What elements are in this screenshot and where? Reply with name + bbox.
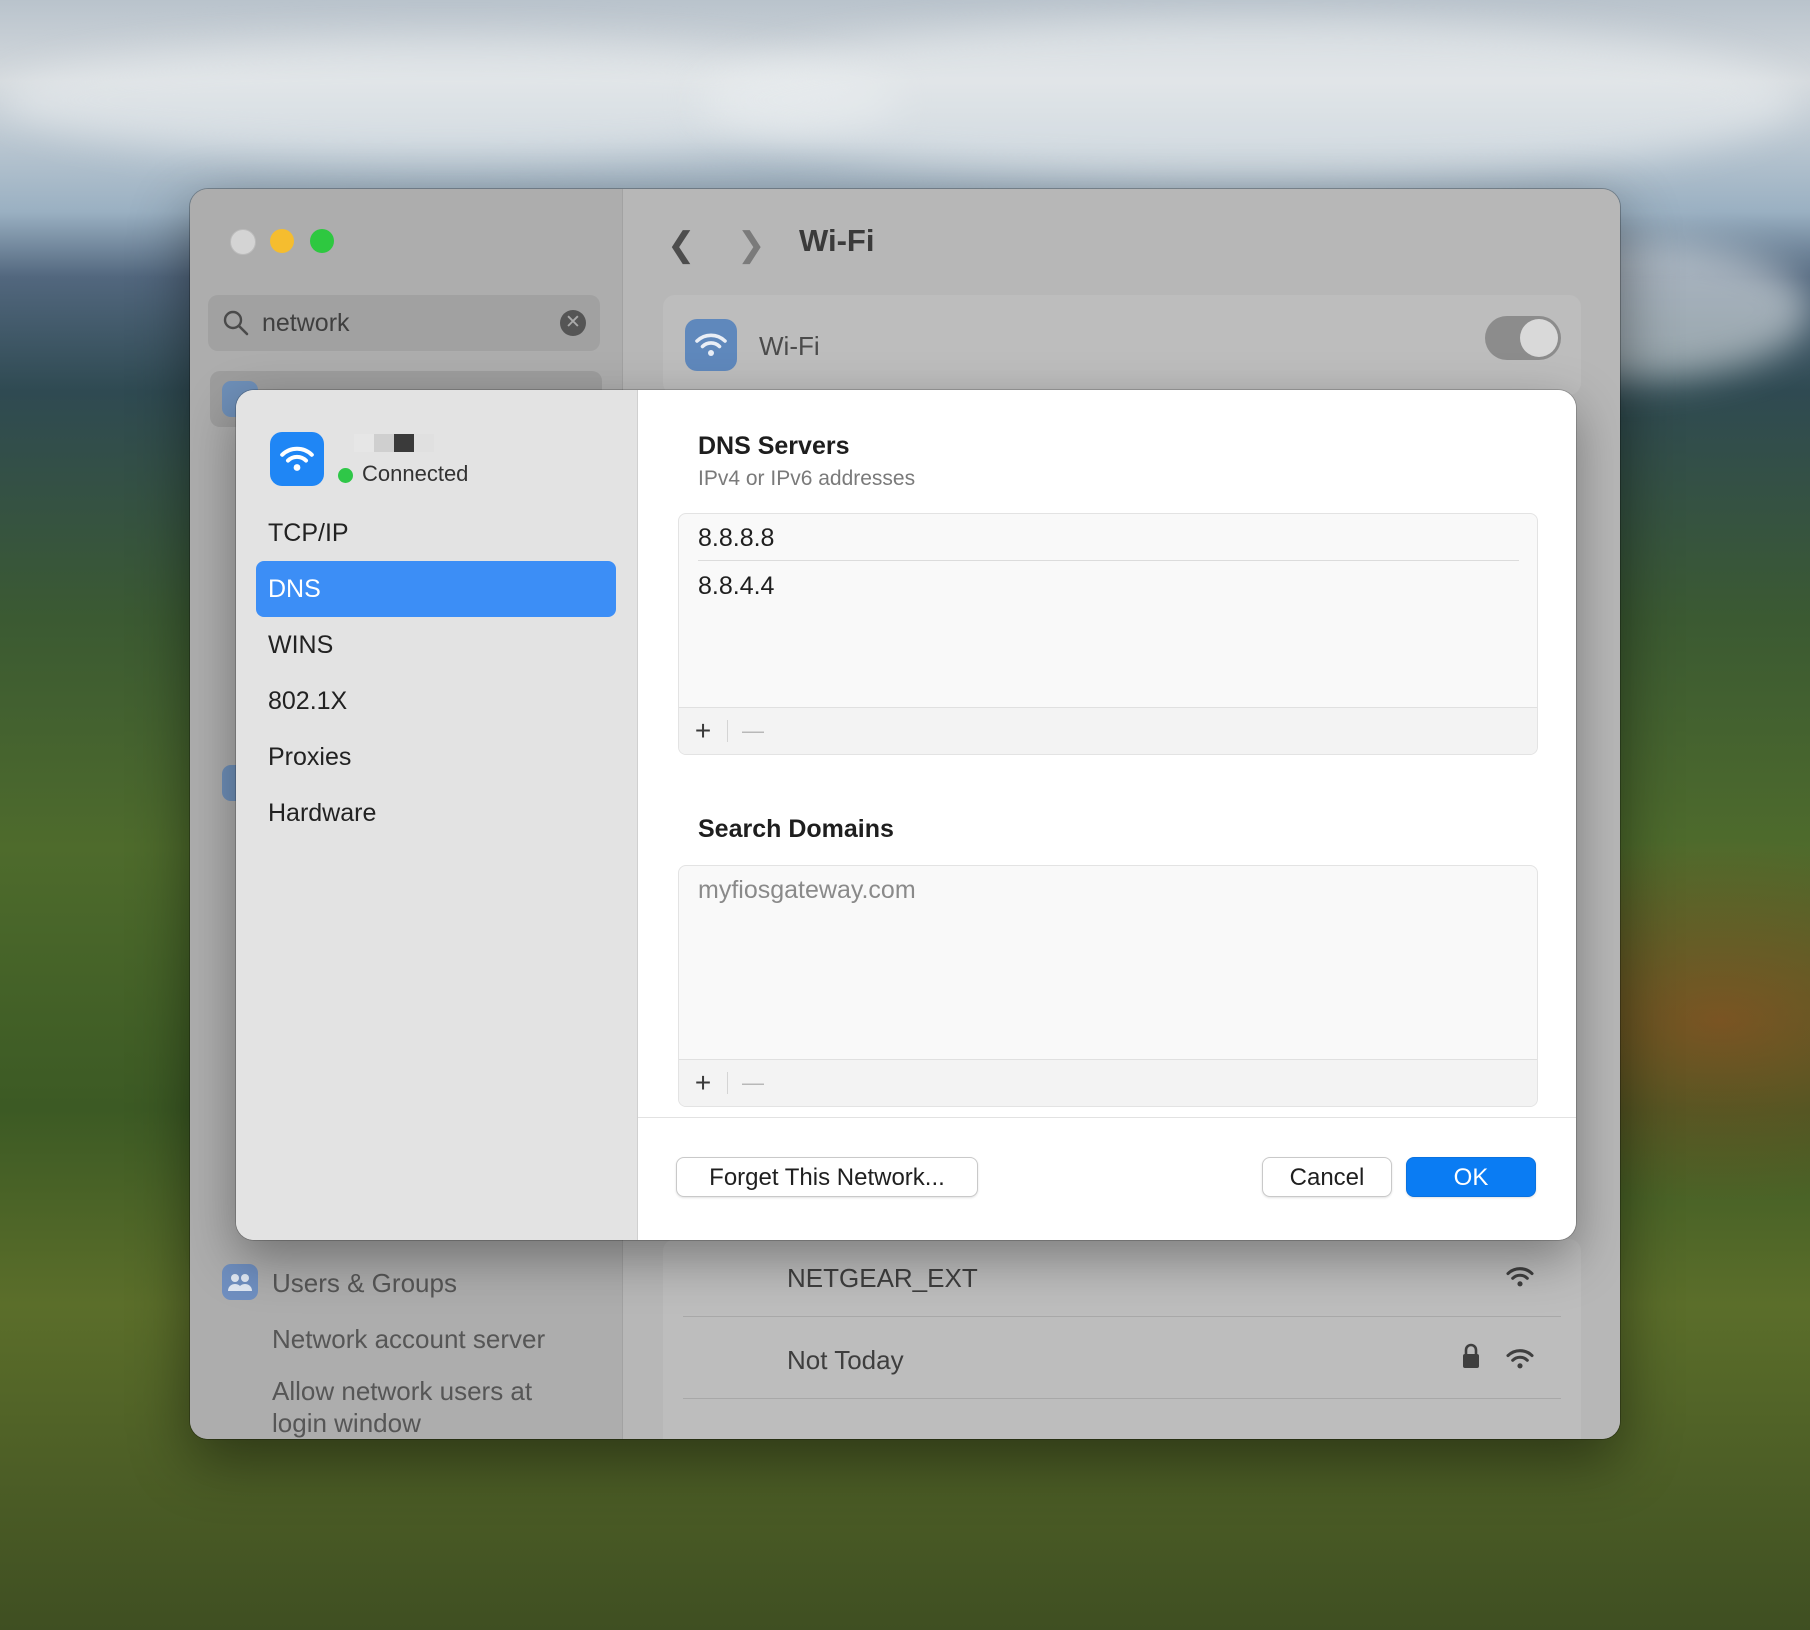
- search-domains-title: Search Domains: [698, 815, 894, 843]
- zoom-button[interactable]: [310, 229, 334, 253]
- sheet-content: DNS Servers IPv4 or IPv6 addresses 8.8.8…: [638, 390, 1576, 1240]
- lock-icon: [1463, 1343, 1479, 1368]
- remove-search-domain-button[interactable]: —: [731, 1060, 775, 1106]
- network-details-sheet: Connected TCP/IP DNS WINS 802.1X Proxies…: [236, 390, 1576, 1240]
- wifi-toggle[interactable]: [1485, 316, 1561, 360]
- network-row-not-today[interactable]: Not Today: [787, 1345, 904, 1376]
- search-domains-list: myfiosgateway.com + —: [678, 865, 1538, 1107]
- dns-server-entry[interactable]: 8.8.8.8: [698, 524, 774, 553]
- tab-8021x[interactable]: 802.1X: [256, 673, 616, 729]
- sheet-sidebar: Connected TCP/IP DNS WINS 802.1X Proxies…: [236, 390, 638, 1240]
- dns-servers-list: 8.8.8.8 8.8.4.4 + —: [678, 513, 1538, 755]
- forward-chevron-icon[interactable]: ❯: [737, 225, 766, 265]
- users-groups-icon: [222, 1264, 258, 1300]
- network-row-netgear-ext[interactable]: NETGEAR_EXT: [787, 1263, 978, 1294]
- networks-list-card: NETGEAR_EXT Not Today: [663, 1239, 1581, 1439]
- connected-status-dot: [338, 468, 353, 483]
- remove-dns-button[interactable]: —: [731, 708, 775, 754]
- wifi-signal-icon: [1506, 1349, 1534, 1369]
- connection-status: Connected: [362, 461, 469, 486]
- search-icon: [223, 310, 249, 336]
- wifi-toggle-card: Wi-Fi: [663, 295, 1581, 395]
- minimize-button[interactable]: [270, 229, 294, 253]
- wifi-app-icon: [685, 319, 737, 371]
- search-input[interactable]: network: [262, 309, 350, 338]
- add-search-domain-button[interactable]: +: [681, 1060, 725, 1106]
- redacted-network-name: [354, 434, 434, 452]
- dns-server-entry[interactable]: 8.8.4.4: [698, 572, 774, 601]
- wifi-signal-icon: [1506, 1267, 1534, 1287]
- clear-search-icon[interactable]: ✕: [560, 310, 586, 336]
- tab-proxies[interactable]: Proxies: [256, 729, 616, 785]
- search-domains-list-controls: + —: [679, 1059, 1537, 1106]
- sidebar-item-users-groups[interactable]: Users & Groups: [272, 1268, 457, 1299]
- footer-divider: [638, 1117, 1576, 1118]
- tab-wins[interactable]: WINS: [256, 617, 616, 673]
- tab-hardware[interactable]: Hardware: [256, 785, 616, 841]
- wifi-toggle-label: Wi-Fi: [759, 331, 820, 361]
- add-dns-button[interactable]: +: [681, 708, 725, 754]
- sidebar-subitem-network-account-server[interactable]: Network account server: [272, 1324, 545, 1355]
- back-chevron-icon[interactable]: ❮: [667, 225, 696, 265]
- settings-search-field[interactable]: network ✕: [208, 295, 600, 351]
- ok-button[interactable]: OK: [1406, 1157, 1536, 1197]
- tab-tcpip[interactable]: TCP/IP: [256, 505, 616, 561]
- close-button[interactable]: [230, 229, 256, 255]
- cancel-button[interactable]: Cancel: [1262, 1157, 1392, 1197]
- sidebar-subitem-allow-network-users[interactable]: Allow network users at login window: [272, 1375, 572, 1439]
- page-title: Wi-Fi: [799, 223, 875, 258]
- tab-dns[interactable]: DNS: [256, 561, 616, 617]
- wifi-icon: [270, 432, 324, 486]
- dns-servers-subtitle: IPv4 or IPv6 addresses: [698, 467, 916, 490]
- dns-list-controls: + —: [679, 707, 1537, 754]
- dns-servers-title: DNS Servers: [698, 432, 850, 460]
- search-domain-entry[interactable]: myfiosgateway.com: [698, 876, 916, 905]
- forget-network-button[interactable]: Forget This Network...: [676, 1157, 978, 1197]
